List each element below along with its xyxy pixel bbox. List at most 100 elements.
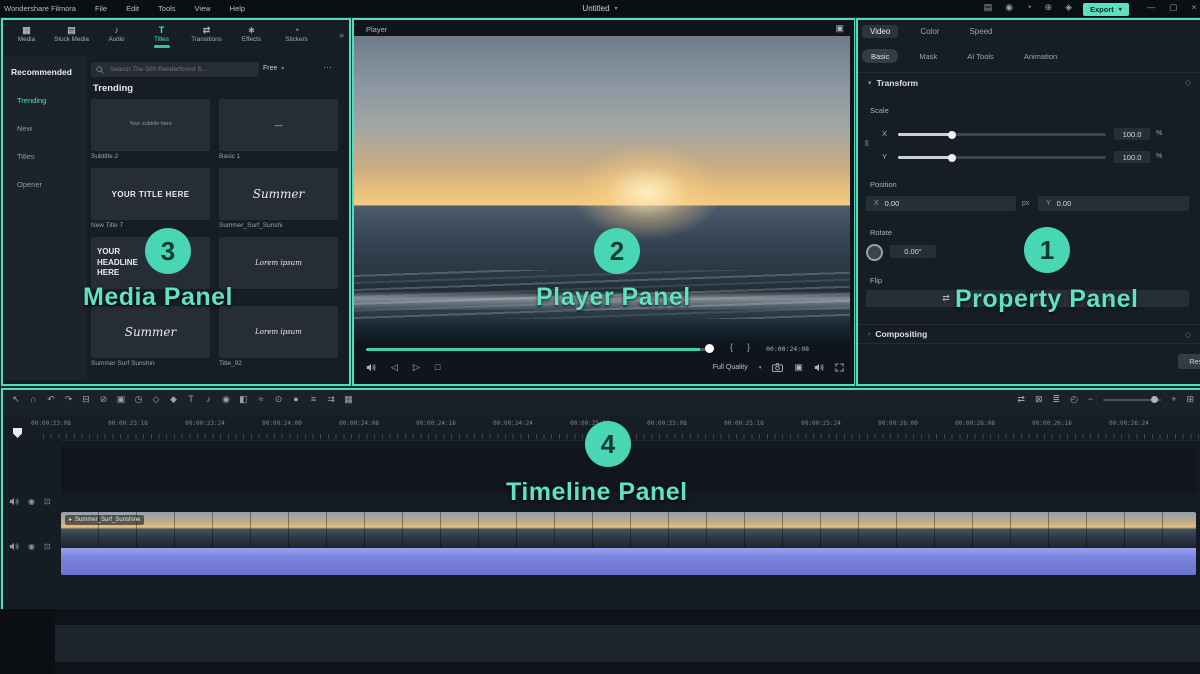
ripple-edit-icon[interactable]: ⇉: [326, 395, 336, 404]
menu-file[interactable]: File: [95, 4, 107, 13]
motion-track-icon[interactable]: ≈: [256, 395, 266, 404]
property-subtab-mask[interactable]: Mask: [910, 49, 946, 63]
media-item[interactable]: Your subtitle hereSubtitle 2: [91, 99, 210, 165]
media-thumbnail[interactable]: Lorem ipsum: [219, 237, 338, 289]
media-tab-media[interactable]: ▦Media: [4, 22, 49, 56]
marker-icon[interactable]: ◆: [169, 395, 179, 404]
speed-icon[interactable]: ◷: [134, 395, 144, 404]
select-tool-icon[interactable]: ↖: [11, 395, 21, 404]
track-mute-icon[interactable]: [9, 497, 19, 506]
membership-icon[interactable]: ◈: [1065, 3, 1072, 12]
zoom-slider-handle[interactable]: [1151, 396, 1158, 403]
audio-mixer-icon[interactable]: ≡: [309, 395, 319, 404]
more-options-icon[interactable]: ⋯: [323, 62, 332, 73]
previous-frame-icon[interactable]: ◁: [391, 363, 398, 372]
mark-frame-icon[interactable]: ▣: [794, 363, 803, 372]
export-caret-icon[interactable]: ▾: [1119, 6, 1122, 13]
keyframe-add-icon[interactable]: ◇: [1185, 330, 1191, 339]
magnet-snap-icon[interactable]: ∩: [29, 395, 39, 404]
track-lock-icon[interactable]: ⊡: [44, 497, 51, 506]
media-thumbnail[interactable]: —: [219, 99, 338, 151]
media-thumbnail[interactable]: Lorem ipsum: [219, 306, 338, 358]
chevron-down-icon[interactable]: ▾: [868, 79, 872, 87]
play-icon[interactable]: ▷: [413, 363, 420, 372]
media-item[interactable]: Lorem ipsumTitle_92: [219, 306, 338, 372]
timeline-clock-icon[interactable]: ◴: [1070, 395, 1078, 404]
chevron-right-icon[interactable]: ›: [868, 331, 870, 338]
media-tab-stock-media[interactable]: ▤Stock Media: [49, 22, 94, 56]
media-tab-transitions[interactable]: ⇄Transitions: [184, 22, 229, 56]
keyframe-icon[interactable]: ◇: [151, 395, 161, 404]
stabilize-icon[interactable]: ⊙: [274, 395, 284, 404]
media-tab-effects[interactable]: ∗Effects: [229, 22, 274, 56]
collapse-panel-icon[interactable]: »: [339, 30, 344, 40]
track-hide-icon[interactable]: ◉: [28, 542, 35, 551]
render-preview-icon[interactable]: ▦: [344, 395, 354, 404]
stop-icon[interactable]: □: [435, 363, 440, 372]
scale-link-icon[interactable]: ∞: [862, 140, 872, 146]
media-thumbnail[interactable]: Summer: [219, 168, 338, 220]
track-mute-icon[interactable]: [9, 542, 19, 551]
keyframe-add-icon[interactable]: ◇: [1185, 78, 1191, 87]
delete-icon[interactable]: ⊟: [81, 395, 91, 404]
property-tab-color[interactable]: Color: [912, 25, 947, 38]
export-button[interactable]: Export ▾: [1083, 3, 1129, 16]
sidebar-item-trending[interactable]: Trending: [17, 96, 87, 105]
minimize-icon[interactable]: —: [1147, 3, 1156, 12]
position-y-field[interactable]: Y 0.00: [1038, 196, 1189, 211]
rotate-value[interactable]: 0.00°: [890, 245, 936, 258]
track-manager-icon[interactable]: ≣: [1053, 395, 1061, 404]
scale-x-value[interactable]: 100.0: [1114, 128, 1150, 140]
property-subtab-ai-tools[interactable]: AI Tools: [958, 49, 1003, 63]
project-title-area[interactable]: Untitled ▾: [582, 4, 617, 13]
media-item[interactable]: SummerSummer Surf Sunshin: [91, 306, 210, 372]
media-item[interactable]: YOUR TITLE HERENew Title 7: [91, 168, 210, 234]
property-tab-video[interactable]: Video: [862, 25, 898, 38]
sidebar-item-opener[interactable]: Opener: [17, 180, 87, 189]
lock-track-icon[interactable]: ⊠: [1035, 395, 1043, 404]
restore-icon[interactable]: ▢: [1170, 3, 1178, 12]
notification-icon[interactable]: ◔: [1026, 3, 1031, 12]
mini-player-icon[interactable]: ▣: [835, 24, 844, 33]
chroma-key-icon[interactable]: ◧: [239, 395, 249, 404]
text-tool-icon[interactable]: T: [186, 395, 196, 404]
property-tab-speed[interactable]: Speed: [961, 25, 1000, 38]
position-x-field[interactable]: X 0.00: [866, 196, 1016, 211]
split-icon[interactable]: ⊘: [99, 395, 109, 404]
auto-ripple-icon[interactable]: ⇄: [1017, 395, 1025, 404]
search-input[interactable]: [108, 65, 254, 74]
compositing-section-header[interactable]: › Compositing ◇: [858, 324, 1200, 344]
timeline-overflow-track[interactable]: [55, 625, 1200, 662]
zoom-out-icon[interactable]: −: [1088, 395, 1093, 404]
quality-caret-icon[interactable]: ▾: [759, 365, 762, 371]
playback-progress-bar[interactable]: [366, 348, 714, 351]
menu-view[interactable]: View: [195, 4, 211, 13]
property-subtab-basic[interactable]: Basic: [862, 49, 898, 63]
close-icon[interactable]: ×: [1192, 3, 1197, 12]
record-icon[interactable]: ●: [291, 395, 301, 404]
media-tab-stickers[interactable]: ◔Stickers: [274, 22, 319, 56]
scale-y-value[interactable]: 100.0: [1114, 151, 1150, 163]
search-box[interactable]: [91, 62, 259, 77]
property-subtab-animation[interactable]: Animation: [1015, 49, 1066, 63]
workspace-icon[interactable]: ▤: [984, 3, 993, 12]
rotate-dial[interactable]: [866, 244, 883, 261]
sidebar-item-titles[interactable]: Titles: [17, 152, 87, 161]
scale-y-slider[interactable]: [898, 156, 1106, 159]
sidebar-item-new[interactable]: New: [17, 124, 87, 133]
mark-out-icon[interactable]: }: [747, 342, 750, 352]
snapshot-icon[interactable]: [772, 363, 783, 372]
volume-icon[interactable]: [366, 363, 376, 372]
menu-tools[interactable]: Tools: [158, 4, 176, 13]
snapshot-tool-icon[interactable]: ◉: [221, 395, 231, 404]
quality-dropdown[interactable]: Full Quality: [713, 364, 748, 371]
video-clip[interactable]: ▸ Summer_Surf_Sunshine: [61, 512, 1196, 575]
timeline-zoom-slider[interactable]: [1103, 399, 1161, 401]
crop-icon[interactable]: ▣: [116, 395, 126, 404]
media-item[interactable]: SummerSummer_Surf_Sunshi: [219, 168, 338, 234]
fullscreen-icon[interactable]: [835, 363, 844, 372]
transform-section-header[interactable]: ▾ Transform ◇: [858, 72, 1200, 92]
free-filter-dropdown[interactable]: Free ▾: [263, 65, 284, 72]
player-mute-icon[interactable]: [814, 363, 824, 372]
slider-handle[interactable]: [948, 154, 956, 162]
